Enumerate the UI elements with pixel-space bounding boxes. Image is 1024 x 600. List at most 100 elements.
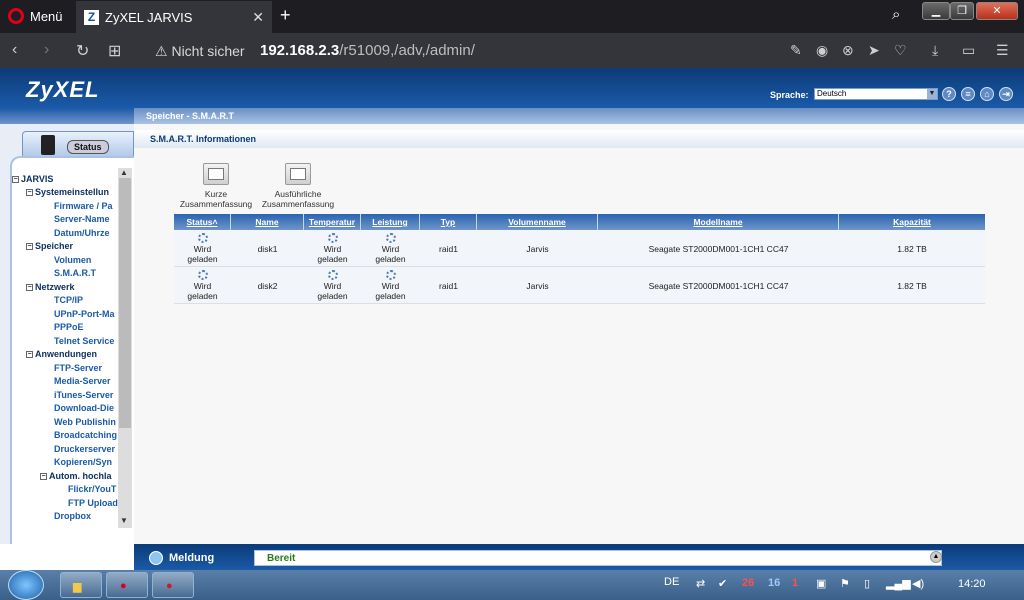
restore-icon[interactable]: ❐ [950,2,974,20]
status-cell: Wird geladen [174,267,231,304]
tree-cat-system[interactable]: − Systemeinstellun [26,187,109,197]
message-bar: Meldung Bereit ▲ [134,544,1024,570]
info-icon[interactable]: ≡ [961,87,975,101]
tree-item-smart[interactable]: S.M.A.R.T [54,268,96,278]
name-cell: disk1 [257,243,278,254]
col-type[interactable]: Typ [420,214,477,230]
taskbar-clock[interactable]: 14:20 [958,578,986,590]
tree-cat-applications[interactable]: − Anwendungen [26,349,97,359]
adblock-icon[interactable]: ⊗ [842,42,854,59]
tree-item-date-time[interactable]: Datum/Uhrze [54,228,110,238]
tree-item-firmware[interactable]: Firmware / Pa [54,201,113,211]
col-status[interactable]: Status˄ [174,214,231,230]
tree-item-copy-sync[interactable]: Kopieren/Syn [54,457,112,467]
tree-item-ftp-upload[interactable]: FTP Upload [68,498,118,508]
edit-icon[interactable]: ✎ [790,42,802,59]
taskbar-opera[interactable]: ● [106,572,148,598]
network-signal-icon[interactable]: ▂▄▆ [886,577,911,590]
volume-icon[interactable]: ◀) [912,577,924,590]
teamviewer-icon[interactable]: ⇄ [696,577,705,590]
camera-icon[interactable]: ◉ [816,42,828,59]
url-field[interactable]: 192.168.2.3/r51009,/adv,/admin/ [260,42,475,59]
tree-item-media-server[interactable]: Media-Server [54,376,111,386]
short-summary-line2: Zusammenfassung [179,199,253,209]
start-button[interactable] [8,570,44,600]
heart-icon[interactable]: ♡ [894,42,907,59]
temperature-cell: Wird geladen [304,267,361,304]
tray-security-icon[interactable]: ✔ [718,577,727,590]
forward-icon[interactable]: › [44,41,49,59]
tree-item-pppoe[interactable]: PPPoE [54,322,84,332]
battery-icon[interactable]: ▭ [962,42,975,59]
logout-icon[interactable]: ⇥ [999,87,1013,101]
scroll-up-icon[interactable]: ▲ [120,168,128,177]
loading-spinner-icon [385,233,396,243]
tree-item-download-service[interactable]: Download-Die [54,403,114,413]
section-title: S.M.A.R.T. Informationen [134,130,1024,148]
help-icon[interactable]: ? [942,87,956,101]
taskbar-app-t[interactable]: ● [152,572,194,598]
url-path: /r51009,/adv,/admin/ [339,42,475,59]
book-icon [41,135,55,155]
opera-logo-icon [8,8,24,24]
tray-car-icon[interactable]: ▣ [816,577,826,590]
search-tabs-icon[interactable]: ⌕ [892,6,900,23]
battery-tray-icon[interactable]: ▯ [864,577,870,590]
tabs-grid-icon[interactable]: ⊞ [108,41,121,61]
expand-messages-icon[interactable]: ▲ [930,551,942,563]
scroll-down-icon[interactable]: ▼ [120,516,128,525]
chevron-down-icon: ▼ [927,89,937,99]
download-icon[interactable]: ⤓ [932,42,938,59]
tree-item-ftp-server[interactable]: FTP-Server [54,363,102,373]
tree-item-printer-server[interactable]: Druckerserver [54,444,115,454]
opera-menu-button[interactable]: Menü [8,6,63,26]
tree-cat-auto-upload[interactable]: − Autom. hochla [40,471,112,481]
col-performance[interactable]: Leistung [361,214,420,230]
tree-item-itunes-server[interactable]: iTunes-Server [54,390,113,400]
security-indicator[interactable]: ⚠ Nicht sicher [155,43,245,60]
tree-item-telnet[interactable]: Telnet Service [54,336,114,346]
send-icon[interactable]: ➤ [868,42,880,59]
tray-counter-blue[interactable]: 16 [768,577,780,589]
tray-alert-count[interactable]: 1 [792,577,798,589]
new-tab-icon[interactable]: + [280,5,291,26]
language-select[interactable]: Deutsch ▼ [814,88,938,100]
tree-item-volume[interactable]: Volumen [54,255,91,265]
settings-icon[interactable]: ☰ [996,42,1009,59]
input-language[interactable]: DE [664,576,679,588]
sort-asc-icon: ˄ [212,217,218,227]
tree-item-web-publishing[interactable]: Web Publishin [54,417,116,427]
tree-item-upnp[interactable]: UPnP-Port-Ma [54,309,115,319]
back-icon[interactable]: ‹ [12,41,17,59]
tree-item-tcpip[interactable]: TCP/IP [54,295,83,305]
close-window-icon[interactable]: ✕ [976,2,1018,20]
full-summary-button[interactable]: Ausführliche Zusammenfassung [258,163,338,209]
col-volume-name[interactable]: Volumenname [477,214,598,230]
tray-counter-red[interactable]: 26 [742,577,754,589]
tree-item-flickr-youtube[interactable]: Flickr/YouT [68,484,116,494]
t-app-icon: ● [166,580,173,592]
col-model-name[interactable]: Modellname [598,214,839,230]
tree-item-broadcatching[interactable]: Broadcatching [54,430,117,440]
minimize-icon[interactable]: ▁ [922,2,950,20]
tree-root[interactable]: − JARVIS [12,174,53,184]
action-center-flag-icon[interactable]: ⚑ [840,577,850,590]
col-temperature[interactable]: Temperatur [304,214,361,230]
table-header: Status˄ Name Temperatur Leistung Typ Vol… [174,214,985,230]
tree-item-dropbox[interactable]: Dropbox [54,511,91,521]
table-row[interactable]: Wird geladen disk1 Wird geladen Wird gelade… [174,230,985,267]
close-tab-icon[interactable]: ✕ [252,9,264,26]
taskbar-explorer[interactable]: ▆ [60,572,102,598]
sidebar-scroll-thumb[interactable] [119,178,131,428]
col-capacity[interactable]: Kapazität [839,214,985,230]
browser-tab[interactable]: Z ZyXEL JARVIS ✕ [76,1,272,33]
tree-cat-network[interactable]: − Netzwerk [26,282,75,292]
tree-item-server-name[interactable]: Server-Name [54,214,110,224]
col-name[interactable]: Name [231,214,304,230]
reload-icon[interactable]: ↻ [76,41,89,61]
tree-cat-storage[interactable]: − Speicher [26,241,73,251]
short-summary-button[interactable]: Kurze Zusammenfassung [176,163,256,209]
sidebar-scrollbar[interactable]: ▲ ▼ [118,168,132,528]
home-icon[interactable]: ⌂ [980,87,994,101]
table-row[interactable]: Wird geladen disk2 Wird geladen Wird gelade… [174,267,985,304]
